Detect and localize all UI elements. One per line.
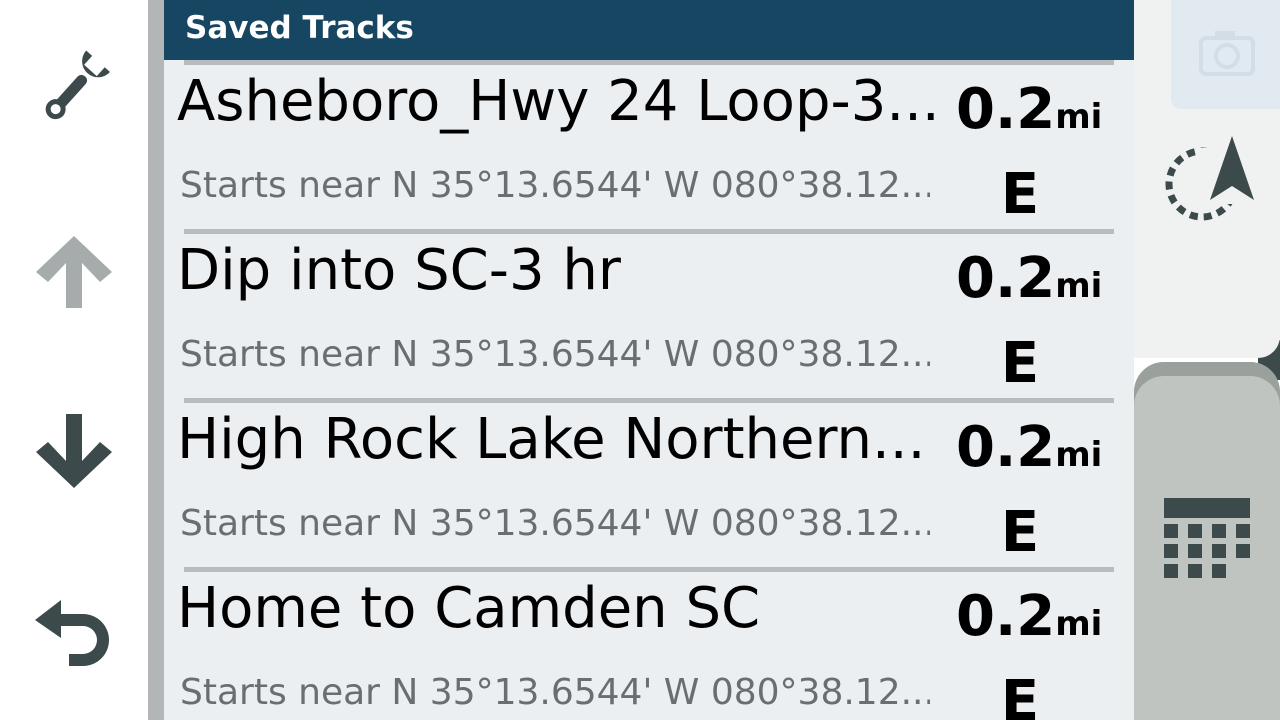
track-start-location: Starts near N 35°13.6544' W 080°38.12... [180, 672, 930, 713]
saved-tracks-screen: Saved Tracks Asheboro_Hwy 24 Loop-3... S… [0, 0, 1280, 720]
track-name: Asheboro_Hwy 24 Loop-3... [177, 69, 937, 134]
track-row[interactable]: Dip into SC-3 hr Starts near N 35°13.654… [164, 229, 1134, 398]
distance-unit: mi [1055, 604, 1103, 644]
row-divider [184, 229, 1114, 234]
wrench-icon [45, 50, 110, 120]
arrow-up-icon [36, 236, 112, 308]
row-divider [184, 567, 1114, 572]
page-title: Saved Tracks [185, 10, 414, 46]
track-distance: 0.2mi [956, 581, 1102, 666]
track-distance: 0.2mi [956, 74, 1102, 159]
track-row[interactable]: Asheboro_Hwy 24 Loop-3... Starts near N … [164, 60, 1134, 229]
scroll-down-button[interactable] [28, 404, 120, 496]
arrow-down-icon [36, 414, 112, 488]
distance-value: 0.2 [956, 246, 1056, 311]
track-direction: E [1000, 162, 1040, 227]
toolbar-divider [148, 0, 164, 720]
track-start-location: Starts near N 35°13.6544' W 080°38.12... [180, 503, 930, 544]
settings-button[interactable] [28, 42, 120, 134]
camera-button[interactable] [1171, 0, 1280, 109]
row-divider [184, 398, 1114, 403]
left-toolbar [0, 0, 148, 720]
keypad-icon [1164, 498, 1250, 584]
camera-icon [1199, 31, 1255, 76]
distance-unit: mi [1055, 435, 1103, 475]
back-button[interactable] [28, 586, 120, 678]
distance-value: 0.2 [956, 77, 1056, 142]
distance-value: 0.2 [956, 415, 1056, 480]
navigation-button[interactable] [1150, 130, 1260, 230]
track-name: High Rock Lake Northern... [177, 407, 926, 472]
track-distance: 0.2mi [956, 412, 1102, 497]
scroll-up-button[interactable] [28, 224, 120, 316]
track-direction: E [1000, 669, 1040, 720]
navigation-arrow-icon [1165, 136, 1260, 221]
track-direction: E [1000, 500, 1040, 565]
distance-unit: mi [1055, 266, 1103, 306]
saved-tracks-panel: Saved Tracks Asheboro_Hwy 24 Loop-3... S… [164, 0, 1134, 720]
panel-header: Saved Tracks [164, 0, 1134, 60]
back-icon [35, 600, 109, 666]
distance-unit: mi [1055, 97, 1103, 137]
track-start-location: Starts near N 35°13.6544' W 080°38.12... [180, 165, 930, 206]
track-direction: E [1000, 331, 1040, 396]
row-divider [184, 60, 1114, 65]
track-row[interactable]: Home to Camden SC Starts near N 35°13.65… [164, 567, 1134, 720]
track-row[interactable]: High Rock Lake Northern... Starts near N… [164, 398, 1134, 567]
track-start-location: Starts near N 35°13.6544' W 080°38.12... [180, 334, 930, 375]
distance-value: 0.2 [956, 584, 1056, 649]
track-name: Dip into SC-3 hr [177, 238, 621, 303]
track-distance: 0.2mi [956, 243, 1102, 328]
track-name: Home to Camden SC [177, 576, 761, 641]
